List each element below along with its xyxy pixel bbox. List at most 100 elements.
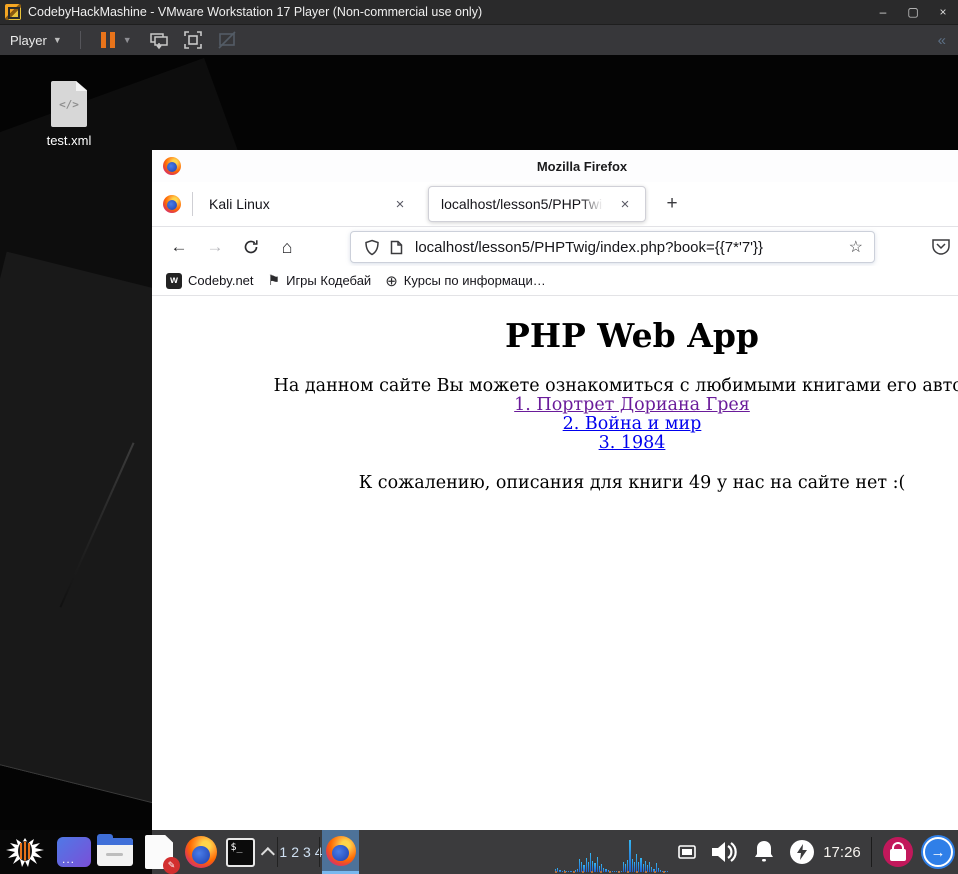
kali-menu-button[interactable] — [2, 830, 48, 874]
display-tray-icon[interactable] — [672, 830, 702, 874]
tab-bar: Kali Linux × localhost/lesson5/PHPTwig/i… — [152, 182, 958, 226]
power-manager-icon[interactable] — [786, 830, 818, 874]
cpu-bar — [585, 857, 587, 872]
vmware-titlebar: CodebyHackMashine - VMware Workstation 1… — [0, 0, 958, 24]
collapse-toolbar-icon[interactable]: « — [938, 32, 946, 49]
cpu-graph-baseline — [555, 871, 671, 873]
cpu-bar — [590, 852, 592, 872]
book-link-1[interactable]: 1. Портрет Дориана Грея — [152, 395, 958, 415]
book-link-2[interactable]: 2. Война и мир — [152, 414, 958, 434]
url-text[interactable]: localhost/lesson5/PHPTwig/index.php?book… — [415, 239, 763, 256]
firefox-titlebar[interactable]: Mozilla Firefox — [152, 150, 958, 182]
flag-icon: ⚑ — [267, 272, 281, 288]
bookmark-codeby[interactable]: w Codeby.net — [166, 272, 254, 289]
close-tab-icon[interactable]: × — [615, 196, 635, 213]
firefox-icon — [185, 836, 217, 868]
shield-icon[interactable] — [364, 239, 380, 256]
cpu-bar — [640, 857, 642, 872]
send-ctrl-alt-del-button[interactable] — [147, 28, 171, 52]
panel-divider — [871, 837, 872, 867]
bookmark-games[interactable]: ⚑ Игры Кодебай — [268, 272, 372, 289]
terminal-launcher-button[interactable]: $_ — [221, 830, 259, 874]
clock[interactable]: 17:26 — [818, 830, 866, 874]
bookmark-label: Codeby.net — [188, 273, 254, 288]
cpu-bar — [596, 856, 598, 872]
bookmark-star-icon[interactable]: ☆ — [849, 237, 863, 257]
reload-button[interactable] — [237, 233, 265, 261]
book-links: 1. Портрет Дориана Грея 2. Война и мир 3… — [152, 395, 958, 453]
vmware-toolbar: Player ▼ ▼ « — [0, 24, 958, 55]
logout-arrow-icon: → — [923, 837, 953, 867]
workspace-2[interactable]: 2 — [291, 844, 299, 860]
workspace-switcher[interactable]: 1 2 3 4 — [279, 830, 322, 874]
panel-divider — [277, 837, 278, 867]
tab-localhost-active[interactable]: localhost/lesson5/PHPTwig/i × — [428, 186, 646, 222]
page-content: PHP Web App На данном сайте Вы можете оз… — [152, 296, 958, 830]
toolbar-divider — [79, 31, 81, 49]
panel-expand-button[interactable] — [258, 830, 282, 874]
tab-kali-linux[interactable]: Kali Linux × — [195, 186, 420, 222]
bookmark-label: Игры Кодебай — [286, 273, 372, 288]
screen-lock-button[interactable] — [880, 830, 916, 874]
player-menu-button[interactable]: Player ▼ — [0, 25, 72, 55]
volume-icon[interactable] — [704, 830, 744, 874]
firefox-launcher-button[interactable] — [181, 830, 221, 874]
cpu-bar — [635, 854, 638, 872]
minimize-button[interactable]: – — [868, 0, 898, 24]
page-intro-text: На данном сайте Вы можете ознакомиться с… — [273, 375, 958, 396]
new-tab-button[interactable]: + — [658, 190, 686, 218]
vmware-app-icon — [5, 4, 21, 20]
desktop-app-button[interactable]: ... — [55, 830, 93, 874]
file-manager-button[interactable] — [95, 830, 135, 874]
home-button[interactable]: ⌂ — [273, 233, 301, 261]
panel-divider — [319, 837, 320, 867]
cpu-bar — [629, 840, 631, 872]
close-tab-icon[interactable]: × — [390, 196, 410, 213]
cpu-bar — [631, 858, 633, 872]
vmware-window-title: CodebyHackMashine - VMware Workstation 1… — [28, 5, 483, 19]
navigation-toolbar: ← → ⌂ localhost/lesson5/PHPTwig/index.ph… — [152, 226, 958, 266]
unity-mode-button-disabled — [215, 28, 239, 52]
pause-dropdown-icon[interactable]: ▼ — [123, 35, 132, 45]
forward-button: → — [206, 237, 224, 256]
lock-icon — [883, 837, 913, 867]
terminal-icon: $_ — [225, 837, 255, 867]
tab-label: localhost/lesson5/PHPTwig/i — [441, 196, 603, 212]
logout-button[interactable]: → — [920, 830, 956, 874]
desktop-app-icon: ... — [57, 837, 91, 867]
codeby-favicon-icon: w — [166, 272, 182, 289]
maximize-button[interactable]: ▢ — [898, 0, 928, 24]
firefox-icon — [325, 835, 356, 866]
back-button[interactable]: ← — [165, 233, 193, 261]
page-error-message: К сожалению, описания для книги 49 у нас… — [358, 472, 906, 493]
window-button-firefox[interactable] — [322, 830, 359, 874]
xml-file-icon: </> — [51, 81, 87, 127]
pause-vm-button[interactable] — [100, 32, 115, 48]
page-title: PHP Web App — [505, 316, 759, 355]
taskbar: ... ✎ $_ 1 2 3 4 — [0, 830, 958, 874]
desktop-icon-label: test.xml — [46, 133, 92, 148]
text-editor-button[interactable]: ✎ — [139, 830, 180, 874]
bookmarks-toolbar: w Codeby.net ⚑ Игры Кодебай ⊕ Курсы по и… — [152, 266, 958, 296]
firefox-icon — [163, 195, 181, 213]
workspace-1[interactable]: 1 — [279, 844, 287, 860]
cpu-usage-graph — [555, 838, 671, 872]
fullscreen-button[interactable] — [181, 28, 205, 52]
player-menu-label: Player — [10, 32, 47, 48]
folder-icon — [97, 834, 133, 866]
close-button[interactable]: × — [928, 0, 958, 24]
firefox-window: Mozilla Firefox Kali Linux × localhost/l… — [152, 150, 958, 830]
save-to-pocket-icon[interactable] — [930, 235, 952, 262]
desktop-icon-testxml[interactable]: </> test.xml — [46, 81, 92, 159]
chevron-down-icon: ▼ — [52, 35, 62, 45]
url-bar[interactable]: localhost/lesson5/PHPTwig/index.php?book… — [350, 231, 875, 263]
notification-bell-icon[interactable] — [746, 830, 782, 874]
tabstrip-divider — [192, 192, 193, 216]
pencil-badge-icon: ✎ — [163, 857, 180, 874]
workspace-3[interactable]: 3 — [303, 844, 311, 860]
bookmark-courses[interactable]: ⊕ Курсы по информаци… — [385, 272, 546, 290]
vm-screen: </> test.xml Mozilla Firefox Kali Linux … — [0, 55, 958, 874]
page-info-icon[interactable] — [390, 240, 403, 255]
book-link-3[interactable]: 3. 1984 — [152, 433, 958, 453]
tab-label: Kali Linux — [209, 196, 270, 212]
